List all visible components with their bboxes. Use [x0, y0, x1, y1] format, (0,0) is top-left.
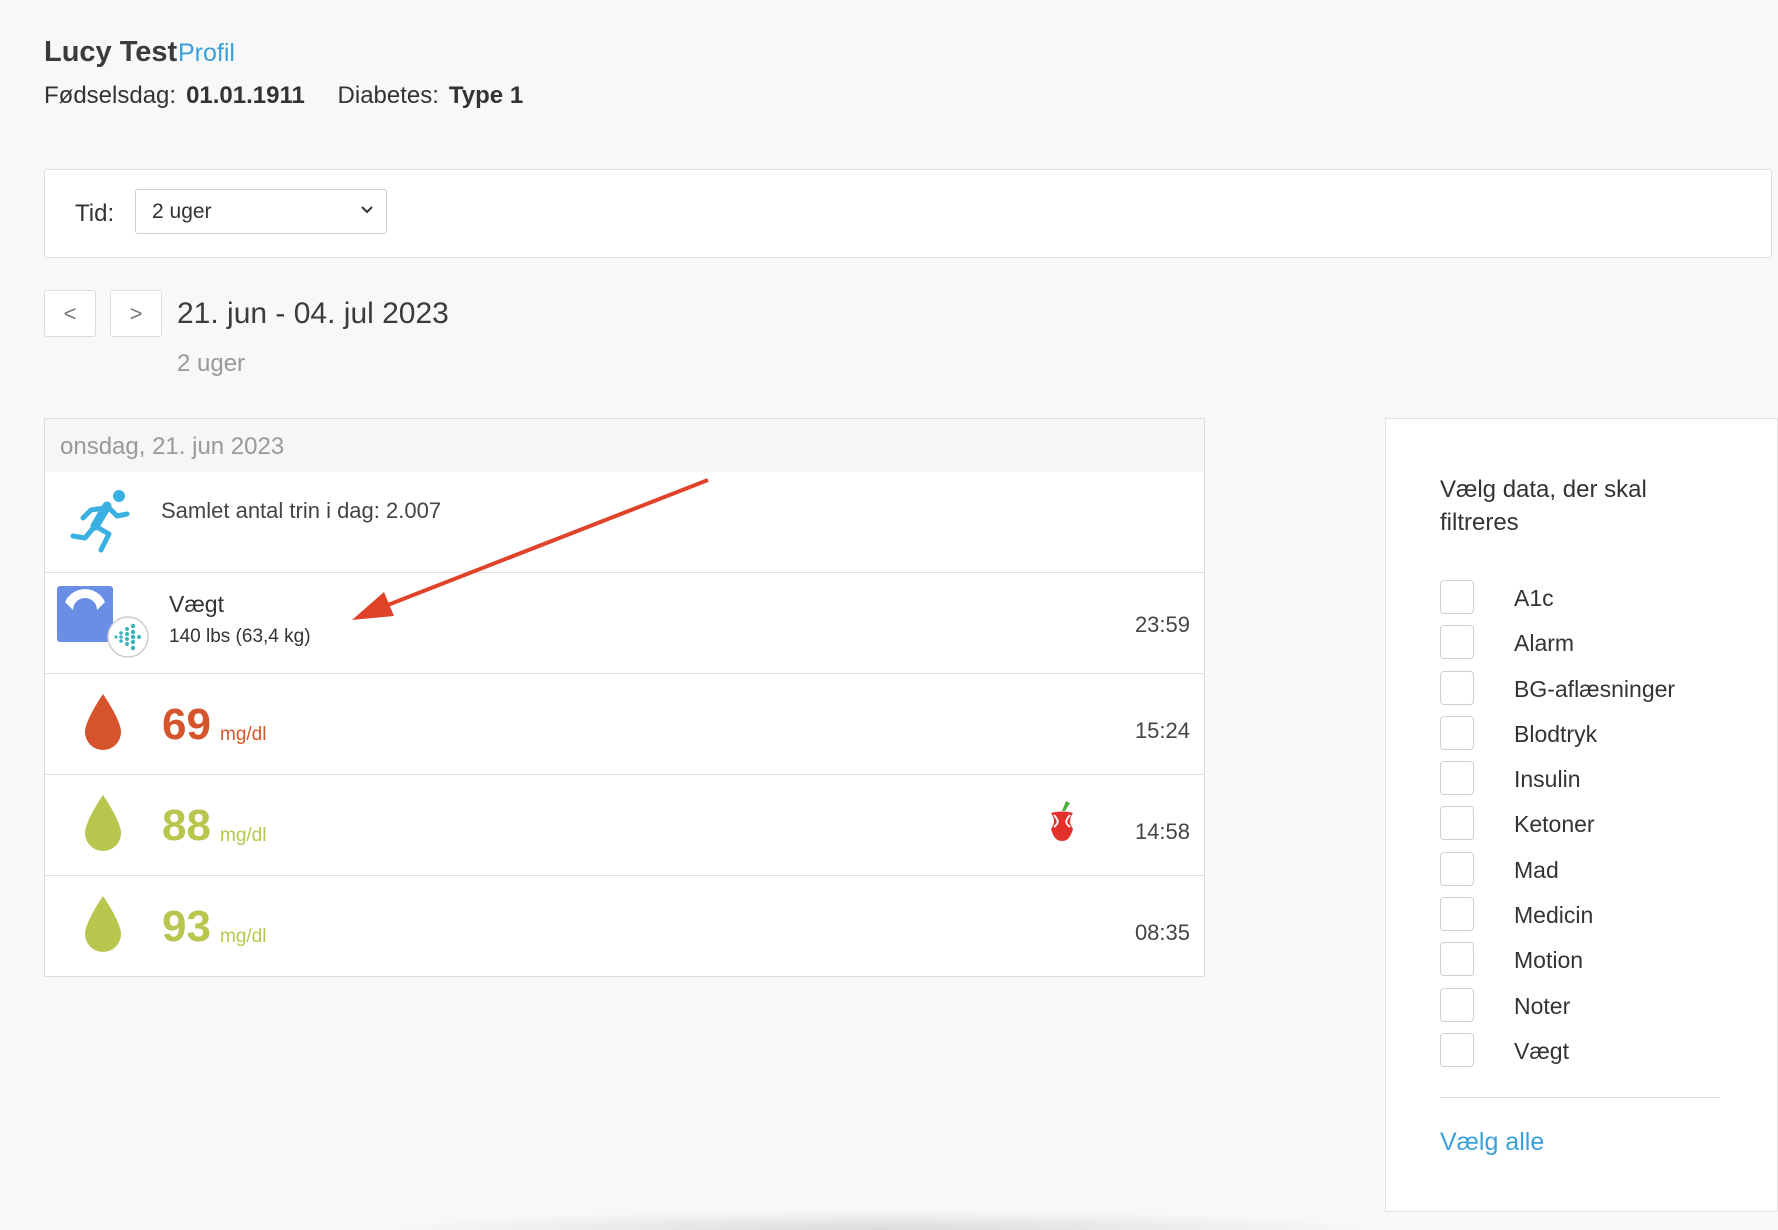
scale-icon — [57, 586, 113, 642]
weight-time: 23:59 — [1134, 612, 1190, 637]
filter-divider — [1440, 1097, 1720, 1098]
checkbox[interactable] — [1440, 851, 1474, 886]
filter-option-label: Ketoner — [1514, 811, 1595, 838]
time-range-select[interactable]: 2 uger — [135, 189, 387, 234]
checkbox[interactable] — [1440, 1032, 1474, 1067]
checkbox[interactable] — [1440, 942, 1474, 977]
patient-info: Fødselsdag: 01.01.1911 Diabetes: Type 1 — [44, 82, 549, 110]
filter-option-label: Alarm — [1514, 630, 1575, 657]
bg-unit: mg/dl — [220, 724, 267, 745]
birthday-label: Fødselsdag: — [44, 82, 177, 109]
checkbox[interactable] — [1440, 670, 1474, 705]
blood-drop-icon — [85, 795, 121, 851]
bg-reading-row[interactable]: 69 mg/dl 15:24 — [45, 674, 1204, 775]
checkbox[interactable] — [1440, 806, 1474, 841]
profile-link[interactable]: Profil — [178, 39, 235, 68]
checkbox[interactable] — [1440, 761, 1474, 796]
bg-time: 14:58 — [1134, 819, 1190, 844]
chevron-down-icon — [361, 206, 373, 214]
filter-option-label: Mad — [1514, 856, 1559, 883]
blood-drop-icon — [85, 896, 121, 952]
filter-option-label: Vægt — [1514, 1037, 1569, 1064]
bg-time: 08:35 — [1134, 920, 1190, 945]
bg-reading-row[interactable]: 88 mg/dl 14:58 — [45, 775, 1204, 876]
filter-option-label: Insulin — [1514, 766, 1581, 793]
filter-option-label: A1c — [1514, 585, 1554, 611]
checkbox[interactable] — [1440, 715, 1474, 750]
time-range-value: 2 uger — [152, 200, 212, 223]
filter-option-label: Blodtryk — [1514, 720, 1598, 747]
bg-value: 88 — [162, 801, 211, 850]
time-filter-bar: Tid: 2 uger — [44, 169, 1772, 258]
checkbox[interactable] — [1440, 625, 1474, 660]
date-range-title: 21. jun - 04. jul 2023 — [177, 297, 449, 330]
bg-unit: mg/dl — [220, 926, 267, 947]
filter-option-label: BG-aflæsninger — [1514, 675, 1676, 702]
patient-name: Lucy Test — [44, 36, 178, 68]
weight-value: 140 lbs (63,4 kg) — [169, 626, 311, 647]
filter-option-label: Noter — [1514, 992, 1571, 1019]
date-range-subtitle: 2 uger — [177, 350, 246, 377]
prev-period-button[interactable]: < — [44, 290, 96, 337]
select-all-link[interactable]: Vælg alle — [1440, 1128, 1544, 1157]
next-period-button[interactable]: > — [110, 290, 162, 337]
annotation-arrow — [352, 478, 709, 620]
fitbit-icon — [107, 616, 149, 658]
time-filter-label: Tid: — [75, 200, 115, 227]
filter-panel-title: Vælg data, der skal filtreres — [1440, 476, 1647, 536]
checkbox[interactable] — [1440, 580, 1474, 614]
bg-reading-row[interactable]: 93 mg/dl 08:35 — [45, 876, 1204, 977]
filter-option-label: Medicin — [1514, 902, 1594, 929]
diabetes-label: Diabetes: — [337, 82, 439, 109]
apple-icon — [1051, 801, 1073, 841]
bg-value: 69 — [162, 700, 211, 749]
diabetes-value: Type 1 — [448, 82, 524, 109]
weight-title: Vægt — [169, 591, 224, 617]
bottom-shadow — [380, 1210, 1380, 1230]
birthday-value: 01.01.1911 — [186, 82, 305, 109]
running-person-icon — [70, 490, 130, 553]
bg-time: 15:24 — [1134, 718, 1190, 743]
blood-drop-icon — [85, 694, 121, 750]
filter-option-label: Motion — [1514, 947, 1584, 974]
checkbox[interactable] — [1440, 987, 1474, 1022]
day-header: onsdag, 21. jun 2023 — [45, 419, 1204, 472]
checkbox[interactable] — [1440, 897, 1474, 932]
bg-value: 93 — [162, 902, 211, 951]
bg-unit: mg/dl — [220, 825, 267, 846]
data-filter-panel: Vælg data, der skal filtreres A1c Alarm … — [1385, 418, 1778, 1212]
